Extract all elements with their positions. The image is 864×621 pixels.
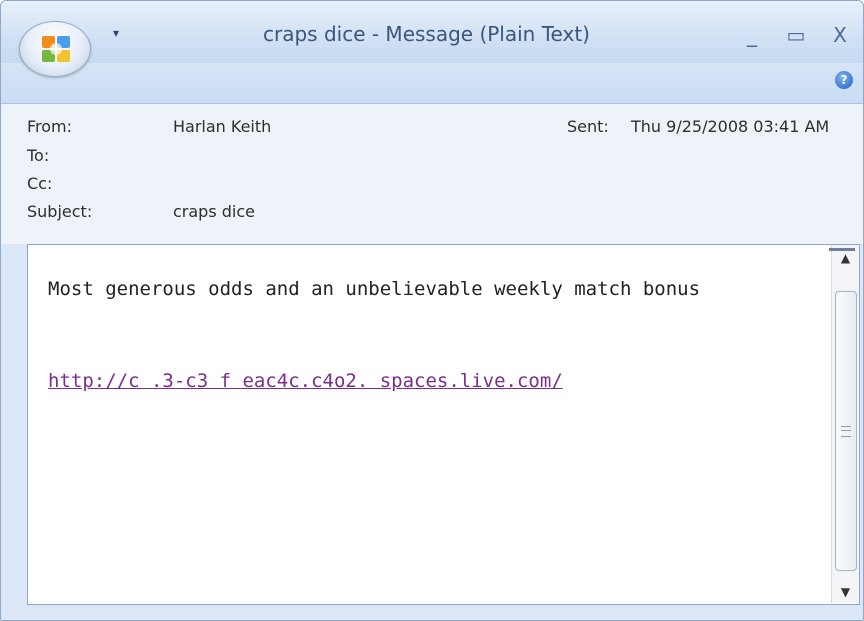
message-body-text: Most generous odds and an unbelievable w…: [48, 278, 701, 300]
cc-label: Cc:: [27, 174, 53, 193]
message-header: From: Harlan Keith Sent: Thu 9/25/2008 0…: [1, 104, 863, 244]
window-title: craps dice - Message (Plain Text): [263, 22, 590, 46]
vertical-scrollbar[interactable]: ▲ ▼: [831, 245, 859, 603]
office-button[interactable]: [19, 21, 91, 77]
minimize-button[interactable]: _: [737, 23, 767, 47]
scroll-thumb[interactable]: [835, 291, 857, 571]
from-label: From:: [27, 117, 73, 136]
sent-value: Thu 9/25/2008 03:41 AM: [631, 117, 830, 136]
close-button[interactable]: X: [825, 23, 855, 47]
from-value[interactable]: Harlan Keith: [173, 117, 271, 136]
quick-access-arrow-icon[interactable]: ▾: [113, 26, 119, 40]
help-icon[interactable]: ?: [835, 71, 853, 89]
scroll-grip-icon: [841, 426, 851, 437]
message-body[interactable]: Most generous odds and an unbelievable w…: [27, 244, 860, 605]
scroll-down-icon[interactable]: ▼: [832, 581, 859, 603]
to-label: To:: [27, 146, 50, 165]
office-logo-icon: [42, 36, 70, 62]
scrollbar-top-line: [829, 248, 855, 251]
maximize-button[interactable]: ▭: [781, 23, 811, 47]
ribbon-strip: [1, 63, 863, 104]
message-link[interactable]: http://c .3-c3 f eac4c.c4o2. spaces.live…: [48, 370, 563, 392]
subject-value: craps dice: [173, 202, 255, 221]
subject-label: Subject:: [27, 202, 93, 221]
message-window: ▾ craps dice - Message (Plain Text) _ ▭ …: [0, 0, 864, 621]
sent-label: Sent:: [567, 117, 609, 136]
